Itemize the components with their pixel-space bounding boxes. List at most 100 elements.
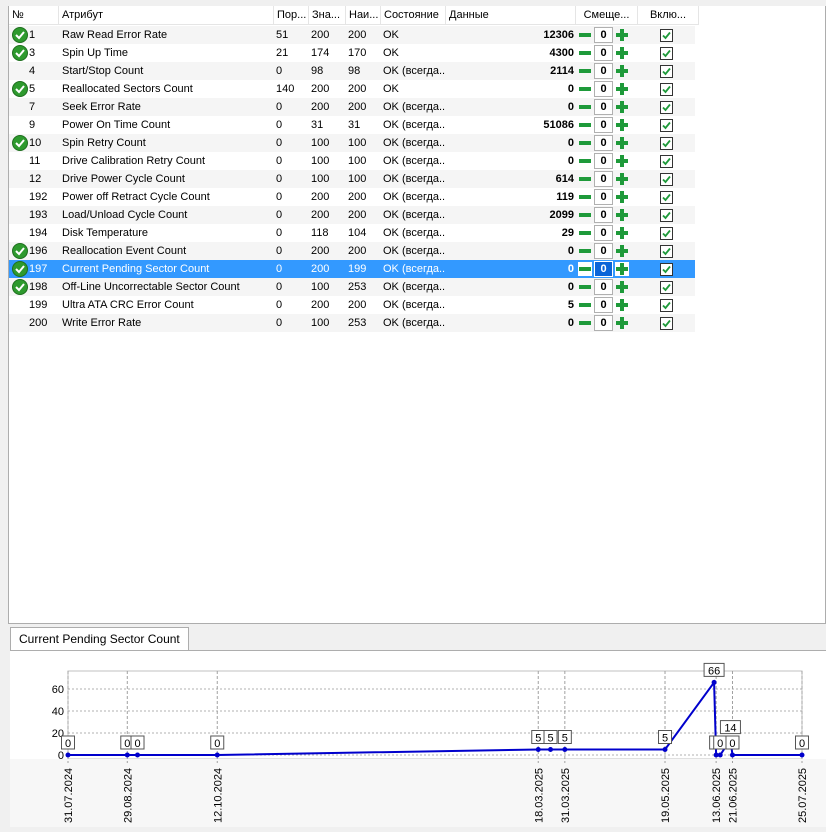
- decrement-offset-button[interactable]: [578, 244, 592, 258]
- enabled-checkbox[interactable]: [660, 173, 673, 186]
- offset-input[interactable]: 0: [594, 81, 613, 97]
- offset-input[interactable]: 0: [594, 45, 613, 61]
- enabled-checkbox[interactable]: [660, 119, 673, 132]
- enabled-checkbox[interactable]: [660, 65, 673, 78]
- enabled-checkbox[interactable]: [660, 83, 673, 96]
- offset-input[interactable]: 0: [594, 297, 613, 313]
- column-header[interactable]: Наи...: [346, 6, 381, 25]
- offset-input[interactable]: 0: [594, 189, 613, 205]
- table-row[interactable]: 3 Spin Up Time 21 174 170 OK 4300 0: [9, 44, 695, 62]
- increment-offset-button[interactable]: [615, 262, 629, 276]
- increment-offset-button[interactable]: [615, 64, 629, 78]
- decrement-offset-button[interactable]: [578, 154, 592, 168]
- column-header[interactable]: Данные: [446, 6, 576, 25]
- column-header[interactable]: Пор...: [274, 6, 309, 25]
- enabled-checkbox[interactable]: [660, 101, 673, 114]
- offset-input[interactable]: 0: [594, 99, 613, 115]
- table-row[interactable]: 192 Power off Retract Cycle Count 0 200 200 O…: [9, 188, 695, 206]
- table-row[interactable]: 198 Off-Line Uncorrectable Sector Count 0 1…: [9, 278, 695, 296]
- enabled-checkbox[interactable]: [660, 281, 673, 294]
- increment-offset-button[interactable]: [615, 208, 629, 222]
- data-point: [135, 752, 141, 758]
- increment-offset-button[interactable]: [615, 280, 629, 294]
- decrement-offset-button[interactable]: [578, 298, 592, 312]
- offset-input[interactable]: 0: [594, 27, 613, 43]
- table-row[interactable]: 197 Current Pending Sector Count 0 200 199 OK…: [9, 260, 695, 278]
- increment-offset-button[interactable]: [615, 28, 629, 42]
- offset-input[interactable]: 0: [594, 117, 613, 133]
- increment-offset-button[interactable]: [615, 82, 629, 96]
- table-row[interactable]: 11 Drive Calibration Retry Count 0 100 100 OK…: [9, 152, 695, 170]
- table-row[interactable]: 194 Disk Temperature 0 118 104 OK (всегда... 2…: [9, 224, 695, 242]
- enabled-checkbox[interactable]: [660, 29, 673, 42]
- table-row[interactable]: 7 Seek Error Rate 0 200 200 OK (всегда... 0 0: [9, 98, 695, 116]
- increment-offset-button[interactable]: [615, 226, 629, 240]
- increment-offset-button[interactable]: [615, 100, 629, 114]
- column-header[interactable]: Смеще...: [576, 6, 638, 25]
- increment-offset-button[interactable]: [615, 172, 629, 186]
- decrement-offset-button[interactable]: [578, 64, 592, 78]
- table-row[interactable]: 196 Reallocation Event Count 0 200 200 OK (вс…: [9, 242, 695, 260]
- attribute-id: 200: [29, 317, 48, 329]
- offset-input[interactable]: 0: [594, 225, 613, 241]
- offset-input[interactable]: 0: [594, 171, 613, 187]
- decrement-offset-button[interactable]: [578, 118, 592, 132]
- increment-offset-button[interactable]: [615, 118, 629, 132]
- enabled-checkbox[interactable]: [660, 47, 673, 60]
- offset-input[interactable]: 0: [594, 243, 613, 259]
- increment-offset-button[interactable]: [615, 136, 629, 150]
- increment-offset-button[interactable]: [615, 190, 629, 204]
- tab-current-pending-sector-count[interactable]: Current Pending Sector Count: [10, 627, 189, 651]
- increment-offset-button[interactable]: [615, 154, 629, 168]
- decrement-offset-button[interactable]: [578, 82, 592, 96]
- offset-input[interactable]: 0: [594, 63, 613, 79]
- enabled-checkbox[interactable]: [660, 209, 673, 222]
- attribute-name: Current Pending Sector Count: [62, 263, 210, 275]
- enabled-checkbox[interactable]: [660, 317, 673, 330]
- enabled-checkbox[interactable]: [660, 155, 673, 168]
- table-row[interactable]: 200 Write Error Rate 0 100 253 OK (всегда... 0…: [9, 314, 695, 332]
- enabled-checkbox[interactable]: [660, 245, 673, 258]
- offset-input[interactable]: 0: [594, 279, 613, 295]
- increment-offset-button[interactable]: [615, 244, 629, 258]
- enabled-checkbox[interactable]: [660, 137, 673, 150]
- table-row[interactable]: 1 Raw Read Error Rate 51 200 200 OK 12306 0: [9, 26, 695, 44]
- increment-offset-button[interactable]: [615, 316, 629, 330]
- column-header[interactable]: Состояние: [381, 6, 446, 25]
- decrement-offset-button[interactable]: [578, 280, 592, 294]
- table-row[interactable]: 199 Ultra ATA CRC Error Count 0 200 200 OK (в…: [9, 296, 695, 314]
- decrement-offset-button[interactable]: [578, 46, 592, 60]
- decrement-offset-button[interactable]: [578, 28, 592, 42]
- increment-offset-button[interactable]: [615, 46, 629, 60]
- enabled-checkbox[interactable]: [660, 191, 673, 204]
- enabled-checkbox[interactable]: [660, 263, 673, 276]
- table-row[interactable]: 9 Power On Time Count 0 31 31 OK (всегда... 51…: [9, 116, 695, 134]
- decrement-offset-button[interactable]: [578, 226, 592, 240]
- decrement-offset-button[interactable]: [578, 208, 592, 222]
- table-row[interactable]: 4 Start/Stop Count 0 98 98 OK (всегда... 2114 0: [9, 62, 695, 80]
- enabled-checkbox[interactable]: [660, 227, 673, 240]
- decrement-offset-button[interactable]: [578, 190, 592, 204]
- table-row[interactable]: 193 Load/Unload Cycle Count 0 200 200 OK (все…: [9, 206, 695, 224]
- offset-input[interactable]: 0: [594, 135, 613, 151]
- decrement-offset-button[interactable]: [578, 316, 592, 330]
- table-row[interactable]: 5 Reallocated Sectors Count 140 200 200 OK 0 0: [9, 80, 695, 98]
- increment-offset-button[interactable]: [615, 298, 629, 312]
- attribute-name: Seek Error Rate: [62, 101, 141, 113]
- column-header[interactable]: Атрибут: [59, 6, 274, 25]
- decrement-offset-button[interactable]: [578, 172, 592, 186]
- offset-input[interactable]: 0: [594, 207, 613, 223]
- table-row[interactable]: 10 Spin Retry Count 0 100 100 OK (всегда... 0 0: [9, 134, 695, 152]
- enabled-checkbox[interactable]: [660, 299, 673, 312]
- offset-input[interactable]: 0: [594, 261, 613, 277]
- raw-data-value: 0: [567, 155, 574, 167]
- table-row[interactable]: 12 Drive Power Cycle Count 0 100 100 OK (всег…: [9, 170, 695, 188]
- decrement-offset-button[interactable]: [578, 136, 592, 150]
- offset-input[interactable]: 0: [594, 153, 613, 169]
- column-header[interactable]: Вклю...: [638, 6, 699, 25]
- offset-input[interactable]: 0: [594, 315, 613, 331]
- column-header[interactable]: Зна...: [309, 6, 346, 25]
- column-header[interactable]: №: [9, 6, 59, 25]
- decrement-offset-button[interactable]: [578, 262, 592, 276]
- decrement-offset-button[interactable]: [578, 100, 592, 114]
